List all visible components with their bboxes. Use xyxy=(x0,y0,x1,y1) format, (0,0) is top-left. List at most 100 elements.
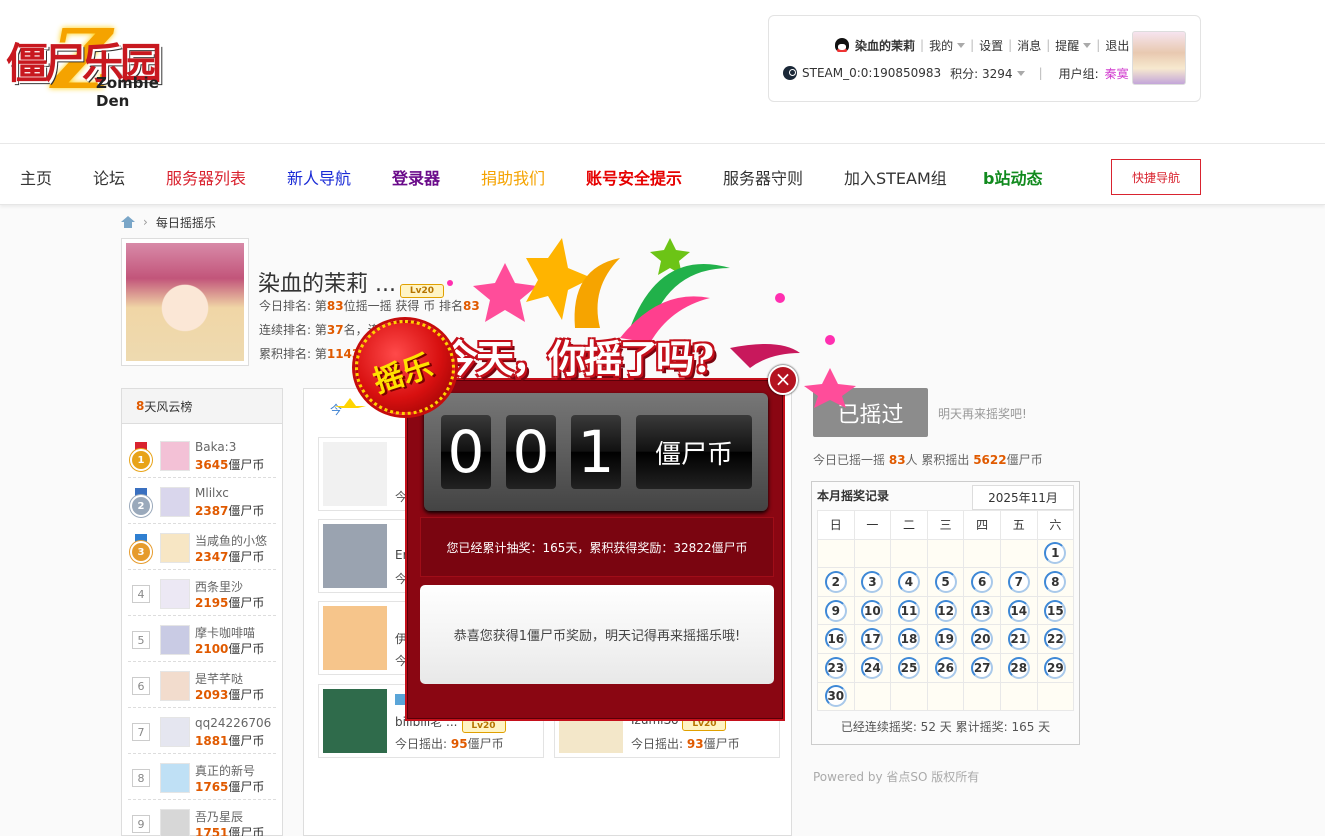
rank-number: 6 xyxy=(132,677,150,695)
calendar-month[interactable]: 2025年11月 xyxy=(972,485,1074,510)
checked-day-icon: 13 xyxy=(971,599,994,622)
leaderboard-item[interactable]: 1 Baka:3 3645僵尸币 xyxy=(128,432,276,478)
menu-remind[interactable]: 提醒 xyxy=(1055,37,1079,54)
menu-mine[interactable]: 我的 xyxy=(929,37,953,54)
calendar-day: 11 xyxy=(890,595,928,626)
avatar[interactable] xyxy=(323,689,387,753)
medal-icon: 3 xyxy=(130,534,152,563)
leaderboard-amount: 2100僵尸币 xyxy=(195,642,265,656)
come-back-tomorrow: 明天再来摇奖吧! xyxy=(938,407,1027,421)
nav-steam-group[interactable]: 加入STEAM组 xyxy=(844,165,947,189)
nav-server-rules[interactable]: 服务器守则 xyxy=(723,165,803,189)
dot-decoration xyxy=(775,293,785,303)
nav-forum[interactable]: 论坛 xyxy=(93,165,125,189)
menu-settings[interactable]: 设置 xyxy=(979,37,1003,54)
nav-bilibili[interactable]: b站动态 xyxy=(983,165,1042,189)
nav-account-security[interactable]: 账号安全提示 xyxy=(586,165,682,189)
checked-day-icon: 1 xyxy=(1044,542,1067,565)
avatar[interactable] xyxy=(323,524,387,588)
username-link[interactable]: 染血的茉莉 xyxy=(855,37,915,54)
avatar[interactable] xyxy=(323,606,387,670)
rank-number: 8 xyxy=(132,769,150,787)
nav-donate[interactable]: 捐助我们 xyxy=(481,165,545,189)
lottery-popup: 0 0 1 僵尸币 您已经累计抽奖：165天，累积获得奖励：32822僵尸币 恭… xyxy=(405,378,785,721)
avatar[interactable] xyxy=(160,671,190,701)
counter-unit: 僵尸币 xyxy=(636,415,752,489)
leaderboard-item[interactable]: 4 西条里沙 2195僵尸币 xyxy=(128,570,276,616)
leaderboard-item[interactable]: 2 Mlilxc 2387僵尸币 xyxy=(128,478,276,524)
yaoyaole-badge: 摇乐 xyxy=(355,320,455,415)
checked-day-icon: 10 xyxy=(861,599,884,622)
chevron-down-icon[interactable] xyxy=(957,42,966,48)
leaderboard-item[interactable]: 3 当咸鱼的小悠 2347僵尸币 xyxy=(128,524,276,570)
usergroup-label: 用户组: xyxy=(1058,66,1099,81)
leaderboard-name[interactable]: 摩卡咖啡喵 xyxy=(195,624,255,641)
leaderboard-item[interactable]: 9 吾乃星辰 1751僵尸币 xyxy=(128,800,276,836)
calendar-footer: 已经连续摇奖: 52 天 累计摇奖: 165 天 xyxy=(840,720,1051,734)
avatar[interactable] xyxy=(160,579,190,609)
leaderboard-header: 8 天风云榜 xyxy=(121,388,283,424)
leaderboard-name[interactable]: Mlilxc xyxy=(195,486,229,500)
site-logo[interactable]: Z 僵尸乐园 Zombie Den xyxy=(4,12,164,110)
leaderboard-name[interactable]: qq24226706 xyxy=(195,716,271,730)
avatar[interactable] xyxy=(160,487,190,517)
site-header: Z 僵尸乐园 Zombie Den 染血的茉莉 | 我的 | 设置 | 消息 |… xyxy=(0,0,1325,205)
powered-by: Powered by 省点SO 版权所有 xyxy=(813,770,980,784)
leaderboard-name[interactable]: 吾乃星辰 xyxy=(195,808,243,825)
leaderboard-item[interactable]: 7 qq24226706 1881僵尸币 xyxy=(128,708,276,754)
checked-day-icon: 9 xyxy=(824,599,847,622)
menu-messages[interactable]: 消息 xyxy=(1017,37,1041,54)
avatar[interactable] xyxy=(160,763,190,793)
steam-icon xyxy=(783,66,797,80)
calendar-day: 7 xyxy=(999,567,1038,597)
avatar[interactable] xyxy=(160,441,190,471)
menu-logout[interactable]: 退出 xyxy=(1105,37,1129,54)
checked-day-icon: 15 xyxy=(1044,599,1067,622)
leaderboard-item[interactable]: 5 摩卡咖啡喵 2100僵尸币 xyxy=(128,616,276,662)
leaderboard-item[interactable]: 6 是芊芊哒 2093僵尸币 xyxy=(128,662,276,708)
avatar[interactable] xyxy=(160,717,190,747)
close-icon[interactable]: × xyxy=(768,365,798,395)
checked-day-icon: 4 xyxy=(897,570,920,593)
leaderboard-name[interactable]: 是芊芊哒 xyxy=(195,670,243,687)
nav-home[interactable]: 主页 xyxy=(20,165,52,189)
nav-newbie-guide[interactable]: 新人导航 xyxy=(287,165,351,189)
leaderboard-amount: 3645僵尸币 xyxy=(195,458,265,472)
lottery-message: 恭喜您获得1僵尸币奖励，明天记得再来摇摇乐哦! xyxy=(420,585,774,684)
usergroup-value[interactable]: 秦寞 xyxy=(1105,65,1129,82)
breadcrumb-current[interactable]: 每日摇摇乐 xyxy=(156,214,216,231)
leaderboard-item[interactable]: 8 真正的新号 1765僵尸币 xyxy=(128,754,276,800)
user-menu-row: 染血的茉莉 | 我的 | 设置 | 消息 | 提醒 | 退出 xyxy=(835,36,1129,54)
leaderboard-name[interactable]: 西条里沙 xyxy=(195,578,243,595)
nav-launcher[interactable]: 登录器 xyxy=(392,165,440,189)
weekday-header: 二 xyxy=(890,510,928,540)
chevron-down-icon[interactable] xyxy=(1016,70,1025,76)
checked-day-icon: 12 xyxy=(934,599,957,622)
nav-server-list[interactable]: 服务器列表 xyxy=(166,165,246,189)
home-icon[interactable] xyxy=(121,216,135,228)
star-decoration xyxy=(473,263,537,322)
checked-day-icon: 8 xyxy=(1044,570,1067,593)
points[interactable]: 积分: 3294 xyxy=(950,65,1012,82)
profile-avatar[interactable] xyxy=(121,238,249,366)
calendar-grid: 日一二三四五六 1 2 3 4 5 6 7 8 9 10 11 12 13 14 15 16 17 18 19 20 21… xyxy=(817,510,1075,712)
avatar[interactable] xyxy=(160,625,190,655)
calendar-day: 25 xyxy=(890,652,928,683)
main-nav: 主页 论坛 服务器列表 新人导航 登录器 捐助我们 账号安全提示 服务器守则 加… xyxy=(0,143,1325,205)
avatar[interactable] xyxy=(160,809,190,836)
leaderboard-name[interactable]: Baka:3 xyxy=(195,440,236,454)
leaderboard-name[interactable]: 当咸鱼的小悠 xyxy=(195,532,267,549)
leaderboard-name[interactable]: 真正的新号 xyxy=(195,762,255,779)
chevron-down-icon[interactable] xyxy=(1083,42,1092,48)
leaderboard-amount: 2387僵尸币 xyxy=(195,504,265,518)
quick-nav-button[interactable]: 快捷导航 xyxy=(1111,159,1201,195)
checked-day-icon: 28 xyxy=(1007,656,1030,679)
calendar-day: 19 xyxy=(926,624,965,654)
calendar-day: 3 xyxy=(853,567,892,597)
checked-day-icon: 21 xyxy=(1007,628,1030,651)
avatar[interactable] xyxy=(323,442,387,506)
checked-day-icon: 23 xyxy=(824,656,847,679)
user-avatar[interactable] xyxy=(1132,31,1186,85)
avatar[interactable] xyxy=(160,533,190,563)
weekday-header: 日 xyxy=(817,510,855,540)
